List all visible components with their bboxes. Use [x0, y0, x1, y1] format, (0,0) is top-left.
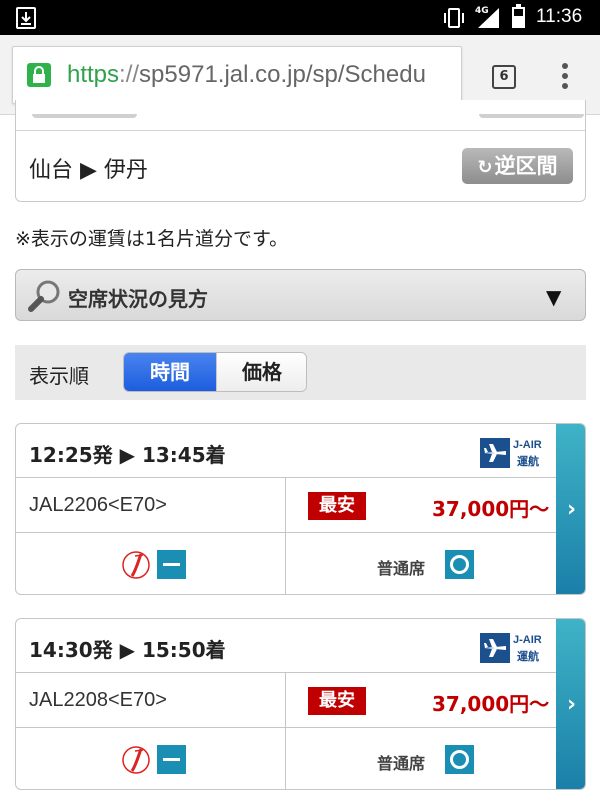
operator-badge: J-AIR 運航 — [480, 633, 544, 665]
operator-caption: 運航 — [517, 455, 539, 468]
column-divider — [285, 728, 286, 789]
divider — [16, 130, 585, 131]
download-icon — [16, 7, 36, 29]
availability-row: 普通席 — [16, 533, 556, 594]
operator-name: J-AIR — [513, 634, 542, 646]
flight-fare-row: JAL2206<E70> 最安 37,000円〜 — [16, 478, 556, 533]
tab-switcher-button[interactable]: 6 — [492, 65, 516, 89]
airplane-icon — [480, 633, 510, 663]
reverse-route-label: 逆区間 — [494, 154, 558, 178]
overflow-menu-icon[interactable] — [560, 63, 570, 91]
sold-out-dash-icon — [157, 745, 186, 774]
chevron-right-icon[interactable]: › — [556, 424, 585, 594]
vibrate-icon — [442, 7, 466, 33]
lowest-fare-badge: 最安 — [308, 492, 366, 520]
operator-caption: 運航 — [517, 650, 539, 663]
lowest-fare-badge: 最安 — [308, 687, 366, 715]
url-separator: :// — [119, 61, 140, 88]
fare-price: 37,000円〜 — [432, 497, 550, 521]
magnifier-icon — [28, 279, 62, 317]
fare-note: ※表示の運賃は1名片道分です。 — [15, 228, 289, 250]
flight-card-header: 12:25発 ▶ 13:45着 J-AIR 運航 — [16, 424, 556, 478]
flight-card[interactable]: 14:30発 ▶ 15:50着 J-AIR 運航 JAL2208<E70> 最安… — [15, 618, 586, 790]
partial-button-left — [32, 114, 137, 118]
column-divider — [285, 478, 286, 532]
url-text: https://sp5971.jal.co.jp/sp/Schedu — [67, 61, 426, 89]
flight-card[interactable]: 12:25発 ▶ 13:45着 J-AIR 運航 JAL2206<E70> 最安… — [15, 423, 586, 595]
sort-bar: 表示順 時間 価格 — [15, 345, 586, 400]
available-circle-icon — [445, 550, 474, 579]
flight-number: JAL2208<E70> — [29, 689, 167, 711]
chevron-right-icon[interactable]: › — [556, 619, 585, 789]
url-scheme: https — [67, 61, 120, 88]
class-j-icon — [121, 745, 151, 775]
availability-row: 普通席 — [16, 728, 556, 789]
sort-segmented-control: 時間 価格 — [123, 352, 307, 392]
availability-guide-label: 空席状況の見方 — [68, 287, 208, 311]
seat-class-label: 普通席 — [377, 754, 426, 773]
route-panel: 仙台 ▶ 伊丹 ↻逆区間 — [15, 100, 586, 202]
sort-label: 表示順 — [29, 364, 89, 388]
operator-name: J-AIR — [513, 439, 542, 451]
available-circle-icon — [445, 745, 474, 774]
class-j-icon — [121, 550, 151, 580]
column-divider — [285, 673, 286, 727]
sort-by-time-button[interactable]: 時間 — [124, 353, 216, 391]
fare-price: 37,000円〜 — [432, 692, 550, 716]
reverse-route-button[interactable]: ↻逆区間 — [462, 148, 573, 184]
sort-by-price-button[interactable]: 価格 — [216, 353, 306, 391]
flight-card-header: 14:30発 ▶ 15:50着 J-AIR 運航 — [16, 619, 556, 673]
lock-icon — [27, 63, 51, 87]
availability-guide-toggle[interactable]: 空席状況の見方 ▼ — [15, 269, 586, 321]
partial-button-right — [479, 114, 584, 118]
battery-icon — [512, 4, 525, 28]
status-bar: 4G 11:36 — [0, 0, 600, 35]
signal-icon — [478, 8, 500, 32]
refresh-icon: ↻ — [477, 157, 493, 178]
operator-badge: J-AIR 運航 — [480, 438, 544, 470]
address-bar[interactable]: https://sp5971.jal.co.jp/sp/Schedu — [12, 46, 462, 104]
flight-fare-row: JAL2208<E70> 最安 37,000円〜 — [16, 673, 556, 728]
flight-times: 12:25発 ▶ 13:45着 — [29, 443, 226, 467]
seat-class-label: 普通席 — [377, 559, 426, 578]
triangle-down-icon: ▼ — [546, 285, 562, 309]
airplane-icon — [480, 438, 510, 468]
flight-times: 14:30発 ▶ 15:50着 — [29, 638, 226, 662]
sold-out-dash-icon — [157, 550, 186, 579]
route-label: 仙台 ▶ 伊丹 — [29, 158, 148, 183]
flight-number: JAL2206<E70> — [29, 494, 167, 516]
clock: 11:36 — [536, 6, 583, 27]
column-divider — [285, 533, 286, 594]
url-path: sp5971.jal.co.jp/sp/Schedu — [139, 61, 426, 88]
